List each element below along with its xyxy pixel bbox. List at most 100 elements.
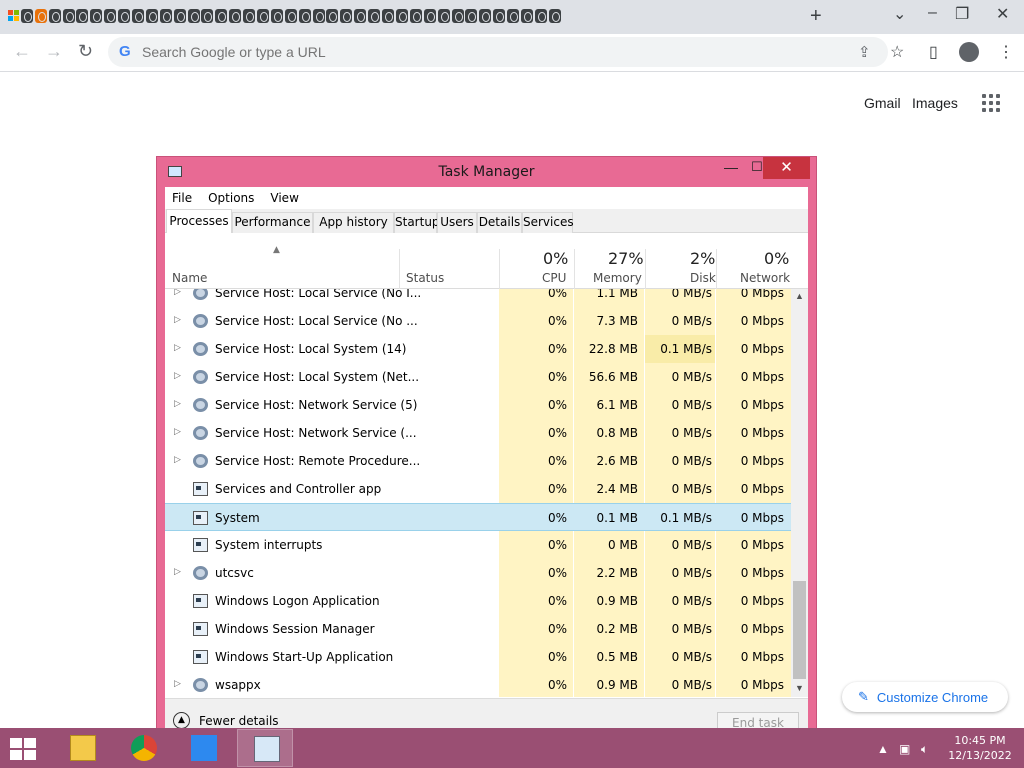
tab-performance[interactable]: Performance: [232, 212, 313, 233]
menu-item-options[interactable]: Options: [208, 191, 254, 205]
process-row[interactable]: ▷ Service Host: Local Service (No I... 0% 1…: [165, 289, 791, 307]
tab-favicon-icon[interactable]: [132, 9, 145, 23]
omnibox-input[interactable]: [142, 41, 742, 63]
tab-services[interactable]: Services: [522, 212, 574, 233]
col-cpu[interactable]: CPU: [542, 271, 566, 285]
scrollbar-thumb[interactable]: [793, 581, 806, 679]
restore-icon[interactable]: ❐: [955, 4, 969, 24]
tab-favicon-icon[interactable]: [48, 9, 61, 23]
process-row[interactable]: ▷ wsappx 0% 0.9 MB 0 MB/s 0 Mbps: [165, 671, 791, 697]
tab-favicon-icon[interactable]: [479, 9, 492, 23]
tab-favicon-icon[interactable]: [215, 9, 228, 23]
tab-app-history[interactable]: App history: [313, 212, 394, 233]
menu-item-file[interactable]: File: [172, 191, 192, 205]
reload-icon[interactable]: ↻: [78, 41, 93, 62]
process-row[interactable]: ▷ Service Host: Network Service (5) 0% 6.1 …: [165, 391, 791, 419]
tab-favicon-icon[interactable]: [76, 9, 89, 23]
process-row[interactable]: ▷ Service Host: Remote Procedure... 0% 2.6 …: [165, 447, 791, 475]
taskbar-chrome[interactable]: [115, 729, 171, 767]
process-row[interactable]: ▷ Service Host: Local Service (No ... 0% 7.…: [165, 307, 791, 335]
process-row[interactable]: System interrupts 0% 0 MB 0 MB/s 0 Mbps: [165, 531, 791, 559]
tab-favicon-icon[interactable]: [340, 9, 353, 23]
tab-favicon-icon[interactable]: [354, 9, 367, 23]
images-link[interactable]: Images: [912, 95, 958, 111]
process-row[interactable]: ▷ Service Host: Local System (Net... 0% 56.…: [165, 363, 791, 391]
start-button[interactable]: [10, 738, 38, 760]
tab-favicon-icon[interactable]: [104, 9, 117, 23]
menu-kebab-icon[interactable]: ⋮: [998, 42, 1014, 62]
tab-favicon-icon[interactable]: [520, 9, 533, 23]
tab-favicon-icon[interactable]: [145, 9, 158, 23]
tab-details[interactable]: Details: [477, 212, 522, 233]
tab-favicon-icon[interactable]: [382, 9, 395, 23]
expand-chevron-icon[interactable]: ▷: [174, 567, 181, 577]
network-icon[interactable]: ▣: [899, 742, 910, 756]
process-row[interactable]: ▷ Service Host: Local System (14) 0% 22.8 M…: [165, 335, 791, 363]
task-manager-titlebar[interactable]: Task Manager — ☐ ✕: [157, 157, 816, 187]
menu-item-view[interactable]: View: [270, 191, 298, 205]
tab-favicon-icon[interactable]: [20, 9, 33, 23]
share-icon[interactable]: ⇪: [858, 43, 871, 61]
tab-favicon-icon[interactable]: [298, 9, 311, 23]
tab-favicon-icon[interactable]: [159, 9, 172, 23]
expand-chevron-icon[interactable]: ▷: [174, 399, 181, 409]
tab-favicon-icon[interactable]: [284, 9, 297, 23]
tm-minimize-icon[interactable]: —: [717, 159, 745, 181]
tab-favicon-icon[interactable]: [423, 9, 436, 23]
microsoft-favicon[interactable]: [8, 10, 19, 21]
fewer-details-button[interactable]: ▲ Fewer details: [173, 712, 279, 729]
tab-favicon-icon[interactable]: [395, 9, 408, 23]
close-icon[interactable]: ✕: [996, 4, 1009, 24]
taskbar-app-store[interactable]: [175, 729, 231, 767]
tab-favicon-icon[interactable]: [534, 9, 547, 23]
tab-favicon-icon[interactable]: [270, 9, 283, 23]
tab-favicon-icon[interactable]: [62, 9, 75, 23]
taskbar-clock[interactable]: 10:45 PM 12/13/2022: [940, 733, 1020, 763]
col-disk[interactable]: Disk: [690, 271, 716, 285]
tab-favicon-icon[interactable]: [312, 9, 325, 23]
back-icon[interactable]: ←: [13, 41, 31, 62]
gmail-link[interactable]: Gmail: [864, 95, 901, 111]
taskbar-file-explorer[interactable]: [54, 729, 110, 767]
forward-icon[interactable]: →: [45, 41, 63, 62]
tray-overflow-icon[interactable]: ▲: [877, 742, 889, 756]
tab-search-icon[interactable]: ⌄: [893, 4, 906, 24]
tab-favicon-icon[interactable]: [451, 9, 464, 23]
tab-users[interactable]: Users: [437, 212, 477, 233]
tab-favicon-icon[interactable]: [548, 9, 561, 23]
tab-favicon-icon[interactable]: [173, 9, 186, 23]
expand-chevron-icon[interactable]: ▷: [174, 679, 181, 689]
volume-icon[interactable]: 🔈︎: [921, 742, 928, 757]
scroll-up-icon[interactable]: ▲: [795, 291, 804, 301]
tab-favicon-icon[interactable]: [507, 9, 520, 23]
bookmark-star-icon[interactable]: ☆: [890, 42, 904, 62]
process-row[interactable]: System 0% 0.1 MB 0.1 MB/s 0 Mbps: [165, 503, 791, 531]
tab-favicon-icon[interactable]: [409, 9, 422, 23]
col-status[interactable]: Status: [406, 271, 444, 285]
omnibox[interactable]: G ⇪: [108, 37, 888, 67]
tab-favicon-icon[interactable]: [326, 9, 339, 23]
customize-chrome-button[interactable]: ✎ Customize Chrome: [842, 682, 1008, 712]
tab-favicon-icon[interactable]: [118, 9, 131, 23]
expand-chevron-icon[interactable]: ▷: [174, 315, 181, 325]
tab-startup[interactable]: Startup: [394, 212, 440, 233]
expand-chevron-icon[interactable]: ▷: [174, 371, 181, 381]
tab-favicon-icon[interactable]: [257, 9, 270, 23]
col-network[interactable]: Network: [740, 271, 790, 285]
tab-favicon-icon[interactable]: [90, 9, 103, 23]
tab-favicon-icon[interactable]: [229, 9, 242, 23]
tab-favicon-icon[interactable]: [465, 9, 478, 23]
google-apps-icon[interactable]: [982, 94, 1000, 112]
expand-chevron-icon[interactable]: ▷: [174, 289, 181, 297]
tm-close-button[interactable]: ✕: [763, 157, 810, 179]
scroll-down-icon[interactable]: ▼: [795, 683, 804, 693]
process-row[interactable]: Services and Controller app 0% 2.4 MB 0 MB/…: [165, 475, 791, 503]
tab-favicon-icon[interactable]: [34, 9, 47, 23]
tab-favicon-icon[interactable]: [187, 9, 200, 23]
col-memory[interactable]: Memory: [593, 271, 642, 285]
minimize-icon[interactable]: –: [928, 4, 937, 22]
new-tab-button[interactable]: +: [810, 5, 822, 28]
process-row[interactable]: Windows Logon Application 0% 0.9 MB 0 MB/s 0…: [165, 587, 791, 615]
tab-favicon-icon[interactable]: [368, 9, 381, 23]
tab-favicon-icon[interactable]: [243, 9, 256, 23]
